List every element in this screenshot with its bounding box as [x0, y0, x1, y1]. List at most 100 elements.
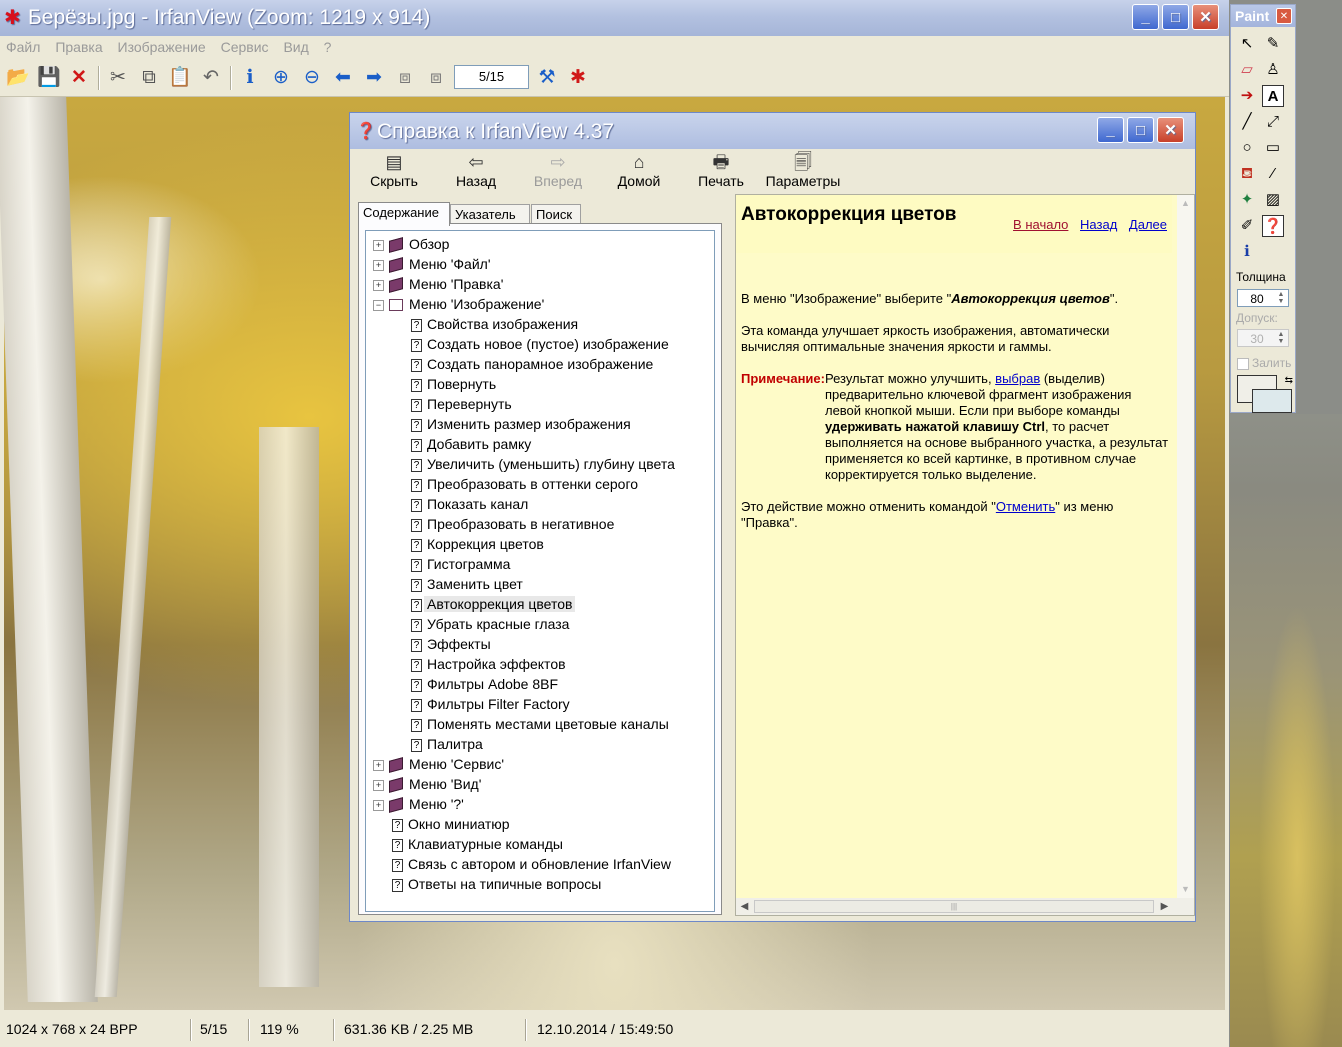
open-folder-icon[interactable]: 📂 [6, 66, 30, 90]
help-minimize-button[interactable]: _ [1097, 117, 1124, 143]
color-picker-icon[interactable]: ⁄ [1262, 163, 1284, 185]
paste-icon[interactable]: 📋 [168, 66, 192, 90]
brush-icon[interactable]: ✐ [1236, 215, 1258, 237]
tab-search[interactable]: Поиск [531, 204, 581, 224]
nav-home-link[interactable]: В начало [1013, 217, 1068, 232]
tab-contents[interactable]: Содержание [358, 202, 450, 226]
pointer-icon[interactable]: ↖ [1236, 33, 1258, 55]
contents-tree[interactable]: + Обзор + Меню 'Файл' + Меню 'Правка' − Меню 'И… [365, 230, 715, 912]
menu-help[interactable]: ? [318, 37, 337, 55]
scroll-right-icon[interactable]: ▶ [1158, 900, 1171, 913]
stamp-icon[interactable]: ♙ [1262, 59, 1284, 81]
next-icon[interactable]: ➡ [362, 66, 386, 90]
spinner-arrows-icon[interactable]: ▲ ▼ [1275, 291, 1287, 305]
irfanview-logo-icon[interactable]: ✱ [566, 66, 590, 90]
blur-tool-icon[interactable]: ▨ [1262, 189, 1284, 211]
tree-item[interactable]: + Меню 'Вид' [373, 774, 481, 794]
tree-item[interactable]: ? Преобразовать в негативное [411, 514, 614, 534]
fill-checkbox[interactable]: Залить [1237, 356, 1291, 370]
tree-item[interactable]: ? Палитра [411, 734, 483, 754]
vertical-scrollbar[interactable]: ▲ ▼ [1177, 195, 1194, 899]
forward-button[interactable]: ⇨ Вперед [530, 150, 586, 189]
minimize-button[interactable]: _ [1132, 4, 1159, 30]
effects-icon[interactable]: ✦ [1236, 189, 1258, 211]
tree-item[interactable]: − Меню 'Изображение' [373, 294, 544, 314]
tree-item[interactable]: ? Преобразовать в оттенки серого [411, 474, 638, 494]
first-page-icon[interactable]: ⧈ [393, 66, 417, 90]
home-button[interactable]: ⌂ Домой [614, 150, 664, 189]
expand-icon[interactable]: + [373, 799, 384, 811]
info-icon[interactable]: ℹ [238, 66, 262, 90]
help-close-button[interactable]: ✕ [1157, 117, 1184, 143]
circle-tool-icon[interactable]: ○ [1236, 137, 1258, 159]
tree-item[interactable]: ? Автокоррекция цветов [411, 594, 576, 614]
menu-view[interactable]: Вид [277, 37, 313, 55]
back-button[interactable]: ⇦ Назад [450, 150, 502, 189]
nav-back-link[interactable]: Назад [1080, 217, 1117, 232]
tree-item[interactable]: ? Поменять местами цветовые каналы [411, 714, 669, 734]
zoom-in-icon[interactable]: ⊕ [269, 66, 293, 90]
tree-item[interactable]: ? Ответы на типичные вопросы [392, 874, 601, 894]
select-link[interactable]: выбрав [995, 371, 1040, 386]
swap-colors-icon[interactable]: ⇆ [1285, 375, 1293, 386]
help-icon[interactable]: ❓ [1262, 215, 1284, 237]
tree-item[interactable]: ? Повернуть [411, 374, 496, 394]
tree-item[interactable]: ? Окно миниатюр [392, 814, 510, 834]
print-button[interactable]: 🖶 Печать [694, 150, 748, 189]
tolerance-spinner[interactable]: 30 ▲ ▼ [1237, 329, 1289, 347]
help-titlebar[interactable]: ❓ Справка к IrfanView 4.37 _ □ ✕ [350, 113, 1195, 149]
copy-icon[interactable]: ⧉ [137, 66, 161, 90]
scroll-thumb[interactable]: ||| [754, 900, 1154, 913]
tree-item[interactable]: + Меню '?' [373, 794, 464, 814]
arrow-tool-icon[interactable]: ➔ [1236, 85, 1258, 107]
tree-item[interactable]: ? Создать панорамное изображение [411, 354, 653, 374]
maximize-button[interactable]: □ [1162, 4, 1189, 30]
line-tool-icon[interactable]: ╱ [1236, 111, 1258, 133]
tree-item[interactable]: ? Связь с автором и обновление IrfanView [392, 854, 671, 874]
tree-item[interactable]: ? Увеличить (уменьшить) глубину цвета [411, 454, 675, 474]
cut-icon[interactable]: ✂ [106, 66, 130, 90]
scroll-down-icon[interactable]: ▼ [1179, 883, 1192, 896]
tree-item[interactable]: ? Создать новое (пустое) изображение [411, 334, 669, 354]
delete-icon[interactable]: ✕ [67, 66, 91, 90]
checkbox-box[interactable] [1237, 357, 1249, 370]
options-button[interactable]: 🗐 Параметры [764, 150, 842, 189]
scroll-up-icon[interactable]: ▲ [1179, 197, 1192, 210]
tree-item[interactable]: ? Показать канал [411, 494, 528, 514]
tree-item[interactable]: ? Клавиатурные команды [392, 834, 563, 854]
tree-item[interactable]: + Меню 'Сервис' [373, 754, 504, 774]
close-button[interactable]: ✕ [1192, 4, 1219, 30]
tree-item[interactable]: ? Эффекты [411, 634, 491, 654]
color-selector[interactable]: ⇆ [1237, 375, 1293, 413]
previous-icon[interactable]: ⬅ [331, 66, 355, 90]
thickness-spinner[interactable]: 80 ▲ ▼ [1237, 289, 1289, 307]
menu-file[interactable]: Файл [0, 37, 45, 55]
spinner-arrows-icon[interactable]: ▲ ▼ [1275, 331, 1287, 345]
save-icon[interactable]: 💾 [37, 66, 61, 90]
page-number-field[interactable]: 5/15 [454, 65, 529, 89]
paint-close-button[interactable]: ✕ [1276, 8, 1292, 24]
settings-tools-icon[interactable]: ⚒ [535, 66, 559, 90]
help-maximize-button[interactable]: □ [1127, 117, 1154, 143]
rectangle-tool-icon[interactable]: ▭ [1262, 137, 1284, 159]
irfanview-titlebar[interactable]: ✱ Берёзы.jpg - IrfanView (Zoom: 1219 x 9… [0, 0, 1229, 36]
tree-item[interactable]: + Обзор [373, 234, 449, 254]
last-page-icon[interactable]: ⧈ [424, 66, 448, 90]
zoom-out-icon[interactable]: ⊖ [300, 66, 324, 90]
eraser-icon[interactable]: ▱ [1236, 59, 1258, 81]
background-color[interactable] [1252, 389, 1292, 413]
tree-item[interactable]: + Меню 'Правка' [373, 274, 503, 294]
undo-icon[interactable]: ↶ [199, 66, 223, 90]
menu-image[interactable]: Изображение [112, 37, 211, 55]
menu-edit[interactable]: Правка [49, 37, 107, 55]
tab-index[interactable]: Указатель [450, 204, 530, 224]
tree-item[interactable]: ? Изменить размер изображения [411, 414, 631, 434]
pencil-icon[interactable]: ✎ [1262, 33, 1284, 55]
tree-item[interactable]: ? Убрать красные глаза [411, 614, 569, 634]
hide-button[interactable]: ▤ Скрыть [368, 150, 420, 189]
nav-next-link[interactable]: Далее [1129, 217, 1167, 232]
expand-icon[interactable]: + [373, 239, 384, 251]
paint-titlebar[interactable]: Paint ✕ [1231, 5, 1295, 27]
collapse-icon[interactable]: − [373, 299, 384, 311]
double-arrow-icon[interactable]: ⤢ [1262, 111, 1284, 133]
